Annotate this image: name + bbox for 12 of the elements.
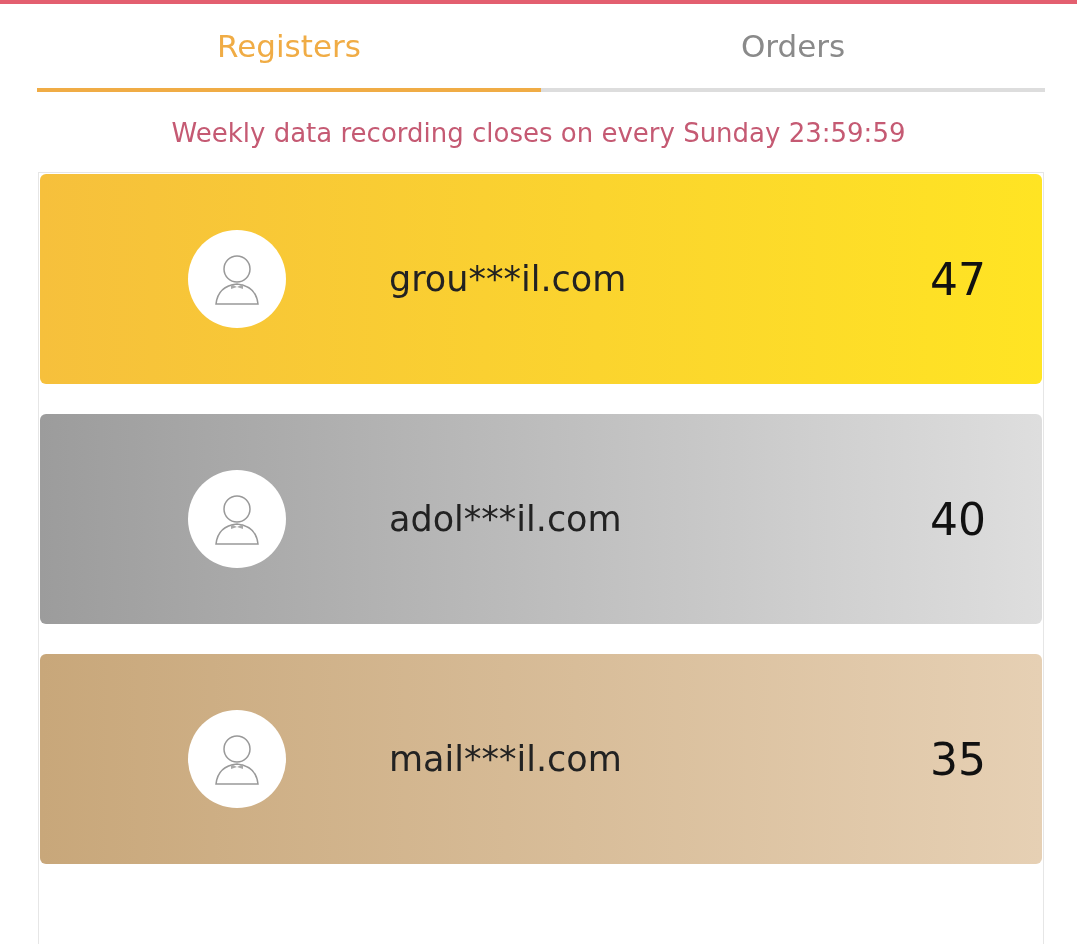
score: 35 [930, 733, 986, 785]
tab[interactable]: Registers [37, 4, 541, 92]
user-email: adol***il.com [389, 499, 623, 539]
tab[interactable]: Orders [541, 4, 1045, 92]
score: 47 [930, 253, 986, 305]
avatar-icon [188, 470, 286, 568]
avatar-icon [188, 710, 286, 808]
user-email: mail***il.com [389, 739, 623, 779]
notice-text: Weekly data recording closes on every Sunday 23:59:59 [170, 118, 907, 148]
avatar-icon [188, 230, 286, 328]
user-email: grou***il.com [389, 259, 628, 299]
score: 40 [930, 493, 986, 545]
